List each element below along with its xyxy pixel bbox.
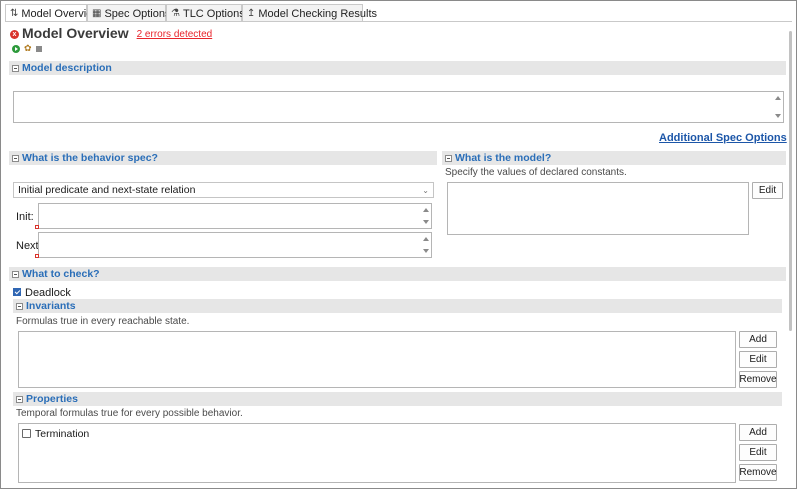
model-description-input[interactable] [13,91,784,123]
spec-options-icon: ▦ [92,8,102,19]
properties-header[interactable]: Properties [13,392,782,406]
section-title: What is the model? [455,152,552,164]
model-section-header[interactable]: What is the model? [442,151,786,165]
deadlock-label: Deadlock [25,287,71,299]
add-property-button[interactable]: Add [739,424,777,441]
collapse-icon[interactable] [12,270,19,278]
scrollbar[interactable] [422,234,430,256]
init-error-marker [35,225,39,229]
chevron-down-icon: ⌄ [422,186,429,195]
tab-model-checking-results[interactable]: ↥ Model Checking Results [242,4,377,22]
edit-constants-button[interactable]: Edit [752,182,783,199]
scrollbar[interactable] [422,205,430,227]
properties-table[interactable]: Termination [18,423,736,483]
invariants-header[interactable]: Invariants [13,299,782,313]
section-title: Properties [26,393,78,405]
run-icon[interactable] [12,45,20,53]
collapse-icon[interactable] [16,395,23,403]
edit-property-button[interactable]: Edit [739,444,777,461]
results-icon: ↥ [247,8,256,19]
scroll-down-icon[interactable] [423,220,429,224]
page-header: x Model Overview 2 errors detected [10,25,212,41]
init-label: Init: [16,211,34,223]
scrollbar-thumb[interactable] [789,31,792,331]
add-invariant-button[interactable]: Add [739,331,777,348]
editor-tabbar: ⇅ Model Overview ▦ Spec Options ⚗ TLC Op… [5,4,377,22]
tab-tlc-options[interactable]: ⚗ TLC Options [166,4,245,22]
additional-spec-options-link[interactable]: Additional Spec Options [659,132,787,144]
section-title: What to check? [22,268,100,280]
tab-divider [5,21,792,22]
model-editor-window: ⇅ Model Overview ▦ Spec Options ⚗ TLC Op… [0,0,797,489]
section-title: What is the behavior spec? [22,152,158,164]
invariants-table[interactable] [18,331,736,388]
stop-icon[interactable] [36,46,42,52]
section-title: Model description [22,62,112,74]
section-title: Invariants [26,300,76,312]
collapse-icon[interactable] [12,64,19,72]
tab-spec-options[interactable]: ▦ Spec Options [87,4,171,22]
scroll-up-icon[interactable] [775,96,781,100]
deadlock-checkbox[interactable] [13,288,21,296]
tab-label: TLC Options [182,7,245,20]
remove-property-button[interactable]: Remove [739,464,777,481]
behavior-spec-select[interactable]: Initial predicate and next-state relatio… [13,182,434,198]
behavior-spec-selected: Initial predicate and next-state relatio… [18,184,196,196]
invariants-description: Formulas true in every reachable state. [16,316,190,327]
page-scrollbar[interactable] [788,31,794,331]
page-title: Model Overview [22,25,129,41]
remove-invariant-button[interactable]: Remove [739,371,777,388]
scrollbar[interactable] [774,93,782,121]
overview-icon: ⇅ [10,8,19,19]
error-icon: x [10,30,19,39]
edit-invariant-button[interactable]: Edit [739,351,777,368]
termination-checkbox[interactable] [22,429,31,438]
scroll-up-icon[interactable] [423,208,429,212]
config-icon[interactable]: ✿ [24,45,32,54]
list-item[interactable]: Termination [22,427,222,441]
init-input[interactable] [38,203,432,229]
what-to-check-header[interactable]: What to check? [9,267,786,281]
model-description-header[interactable]: Model description [9,61,786,75]
model-description-text: Specify the values of declared constants… [445,167,627,178]
model-toolbar: ✿ [12,45,42,54]
property-label: Termination [35,428,90,440]
errors-link[interactable]: 2 errors detected [137,29,213,40]
collapse-icon[interactable] [12,154,19,162]
scroll-up-icon[interactable] [423,237,429,241]
behavior-spec-header[interactable]: What is the behavior spec? [9,151,437,165]
constants-table[interactable] [447,182,749,235]
next-error-marker [35,254,39,258]
properties-description: Temporal formulas true for every possibl… [16,408,243,419]
next-input[interactable] [38,232,432,258]
tab-model-overview[interactable]: ⇅ Model Overview [5,4,100,22]
collapse-icon[interactable] [445,154,452,162]
scroll-down-icon[interactable] [775,114,781,118]
tab-label: Model Checking Results [258,7,378,20]
collapse-icon[interactable] [16,302,23,310]
tlc-options-icon: ⚗ [171,8,180,19]
tab-label: Spec Options [104,7,171,20]
scroll-down-icon[interactable] [423,249,429,253]
